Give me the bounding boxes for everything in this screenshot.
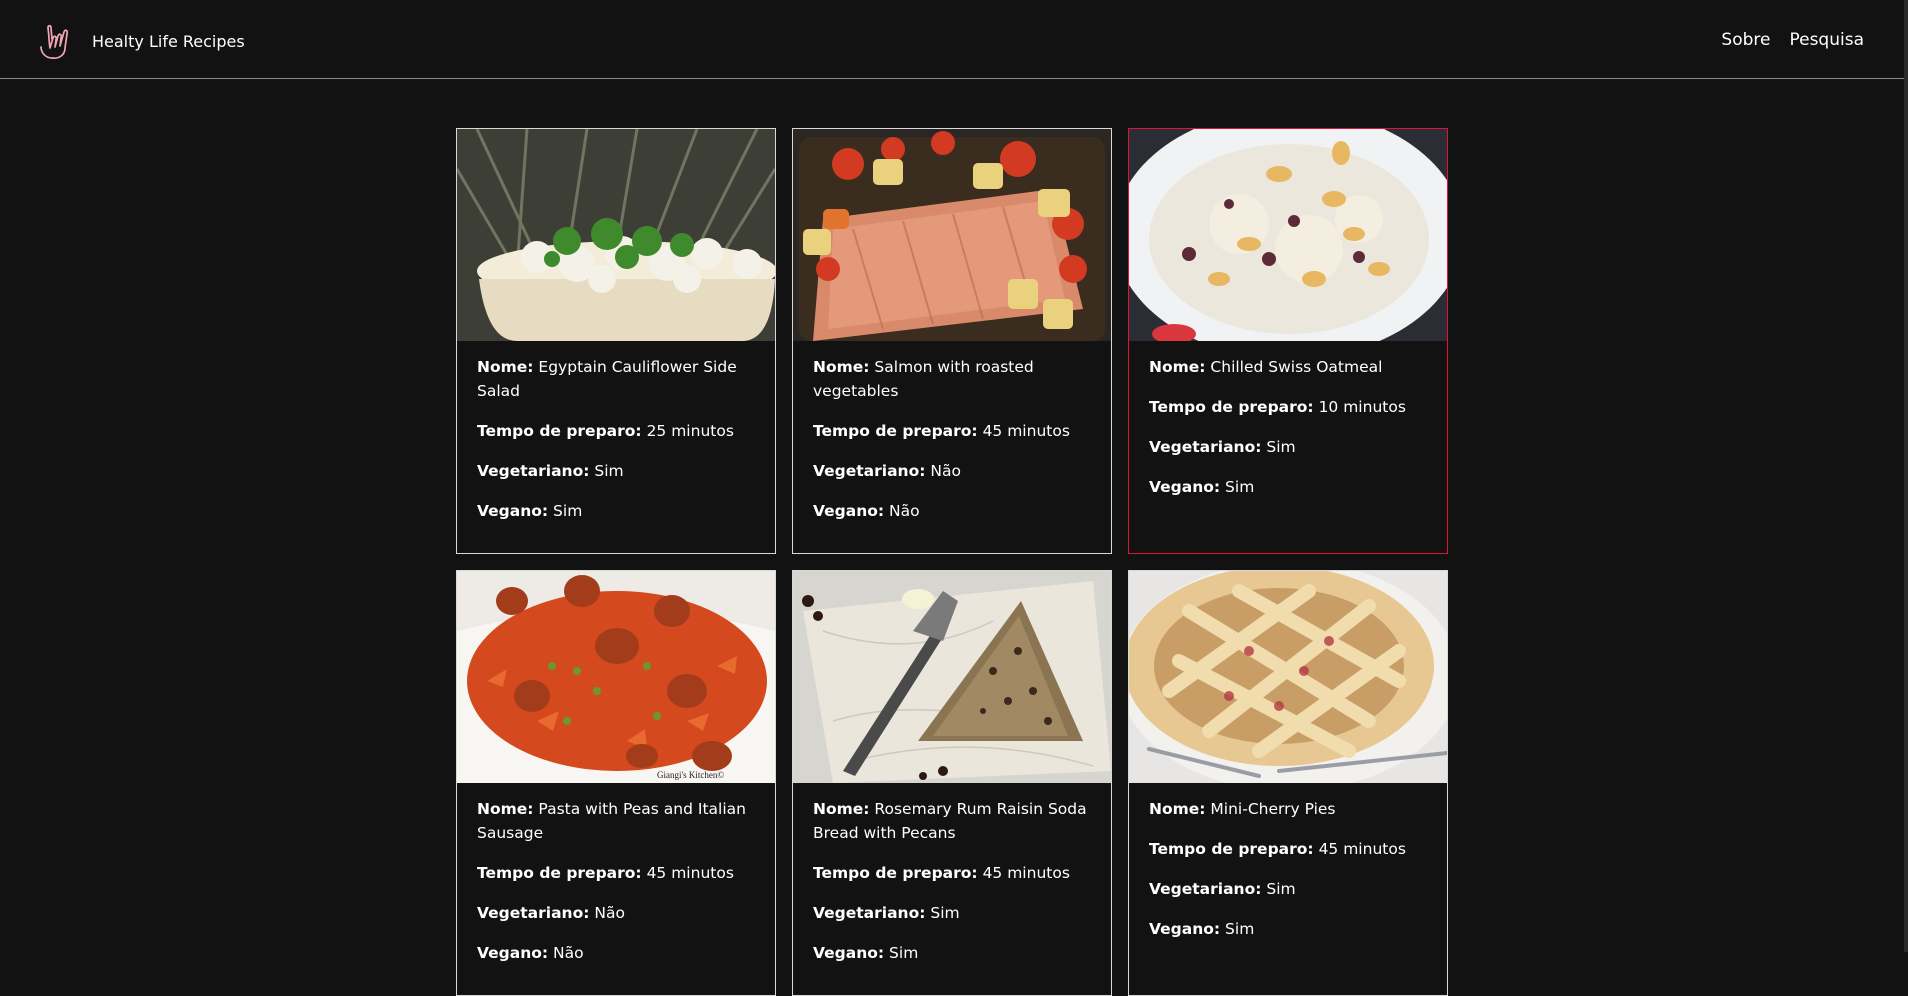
recipe-name-field: Nome: Rosemary Rum Raisin Soda Bread wit… — [813, 800, 1087, 842]
recipe-vegan: Sim — [889, 944, 919, 962]
recipe-prep-time: 45 minutos — [982, 422, 1070, 440]
recipe-card-body: Nome: Egyptain Cauliflower Side Salad Te… — [457, 341, 775, 523]
recipe-vegan-field: Vegano: Não — [477, 944, 584, 962]
recipe-card-body: Nome: Salmon with roasted vegetables Tem… — [793, 341, 1111, 523]
recipe-vegan-field: Vegano: Sim — [1149, 478, 1255, 496]
recipe-prep-time-field: Tempo de preparo: 45 minutos — [1149, 840, 1406, 858]
recipe-name-field: Nome: Salmon with roasted vegetables — [813, 358, 1034, 400]
nav-links: Sobre Pesquisa — [1721, 30, 1864, 50]
recipe-vegetarian-field: Vegetariano: Não — [813, 462, 961, 480]
recipe-card[interactable]: Nome: Mini-Cherry Pies Tempo de preparo:… — [1128, 570, 1448, 996]
recipe-prep-time-field: Tempo de preparo: 45 minutos — [477, 864, 734, 882]
recipe-card[interactable]: Nome: Salmon with roasted vegetables Tem… — [792, 128, 1112, 554]
recipe-prep-time: 45 minutos — [646, 864, 734, 882]
recipe-grid: Nome: Egyptain Cauliflower Side Salad Te… — [456, 128, 1449, 996]
recipe-card[interactable]: Giangi's Kitchen© Nome: Pasta with Peas … — [456, 570, 776, 996]
brand-link[interactable]: Healty Life Recipes — [38, 20, 245, 64]
recipe-name: Chilled Swiss Oatmeal — [1210, 358, 1383, 376]
recipe-vegetarian: Sim — [1266, 438, 1296, 456]
recipe-vegan-field: Vegano: Sim — [1149, 920, 1255, 938]
recipe-vegetarian: Sim — [1266, 880, 1296, 898]
recipe-image — [457, 129, 775, 341]
recipe-card[interactable]: Nome: Egyptain Cauliflower Side Salad Te… — [456, 128, 776, 554]
recipe-prep-time-field: Tempo de preparo: 45 minutos — [813, 422, 1070, 440]
recipe-prep-time: 45 minutos — [1318, 840, 1406, 858]
brand-name: Healty Life Recipes — [92, 31, 245, 51]
recipe-vegetarian-field: Vegetariano: Não — [477, 904, 625, 922]
recipe-vegetarian-field: Vegetariano: Sim — [1149, 438, 1296, 456]
nav-link-sobre[interactable]: Sobre — [1721, 30, 1770, 50]
photo-watermark: Giangi's Kitchen© — [657, 770, 724, 780]
recipe-name: Mini-Cherry Pies — [1210, 800, 1336, 818]
recipe-prep-time-field: Tempo de preparo: 25 minutos — [477, 422, 734, 440]
recipe-card-body: Nome: Chilled Swiss Oatmeal Tempo de pre… — [1129, 341, 1447, 499]
recipe-name-field: Nome: Mini-Cherry Pies — [1149, 800, 1336, 818]
recipe-card-body: Nome: Rosemary Rum Raisin Soda Bread wit… — [793, 783, 1111, 965]
recipe-vegan: Sim — [553, 502, 583, 520]
recipe-card[interactable]: Nome: Rosemary Rum Raisin Soda Bread wit… — [792, 570, 1112, 996]
navbar: Healty Life Recipes Sobre Pesquisa — [0, 0, 1904, 79]
recipe-card-body: Nome: Mini-Cherry Pies Tempo de preparo:… — [1129, 783, 1447, 941]
nav-link-pesquisa[interactable]: Pesquisa — [1789, 30, 1864, 50]
recipe-vegetarian-field: Vegetariano: Sim — [1149, 880, 1296, 898]
recipe-image: Giangi's Kitchen© — [457, 571, 775, 783]
recipe-card-body: Nome: Pasta with Peas and Italian Sausag… — [457, 783, 775, 965]
recipe-vegetarian: Sim — [930, 904, 960, 922]
recipe-vegetarian-field: Vegetariano: Sim — [477, 462, 624, 480]
recipe-vegan: Sim — [1225, 478, 1255, 496]
recipe-vegetarian: Não — [594, 904, 625, 922]
recipe-vegan: Sim — [1225, 920, 1255, 938]
recipe-prep-time-field: Tempo de preparo: 10 minutos — [1149, 398, 1406, 416]
recipe-name-field: Nome: Pasta with Peas and Italian Sausag… — [477, 800, 746, 842]
recipe-vegan: Não — [889, 502, 920, 520]
page-scrollbar[interactable] — [1904, 0, 1908, 952]
recipe-image — [793, 571, 1111, 783]
recipe-image — [793, 129, 1111, 341]
recipe-vegan-field: Vegano: Não — [813, 502, 920, 520]
recipe-name-field: Nome: Chilled Swiss Oatmeal — [1149, 358, 1383, 376]
recipe-image — [1129, 129, 1447, 341]
hand-sign-logo-icon — [40, 24, 69, 59]
recipe-prep-time: 25 minutos — [646, 422, 734, 440]
recipe-card[interactable]: Nome: Chilled Swiss Oatmeal Tempo de pre… — [1128, 128, 1448, 554]
recipe-vegan-field: Vegano: Sim — [477, 502, 583, 520]
recipe-vegetarian: Sim — [594, 462, 624, 480]
recipe-prep-time: 10 minutos — [1318, 398, 1406, 416]
recipe-vegan: Não — [553, 944, 584, 962]
recipe-vegan-field: Vegano: Sim — [813, 944, 919, 962]
recipe-vegetarian-field: Vegetariano: Sim — [813, 904, 960, 922]
recipe-name-field: Nome: Egyptain Cauliflower Side Salad — [477, 358, 737, 400]
recipe-prep-time: 45 minutos — [982, 864, 1070, 882]
recipe-prep-time-field: Tempo de preparo: 45 minutos — [813, 864, 1070, 882]
recipe-image — [1129, 571, 1447, 783]
recipe-vegetarian: Não — [930, 462, 961, 480]
